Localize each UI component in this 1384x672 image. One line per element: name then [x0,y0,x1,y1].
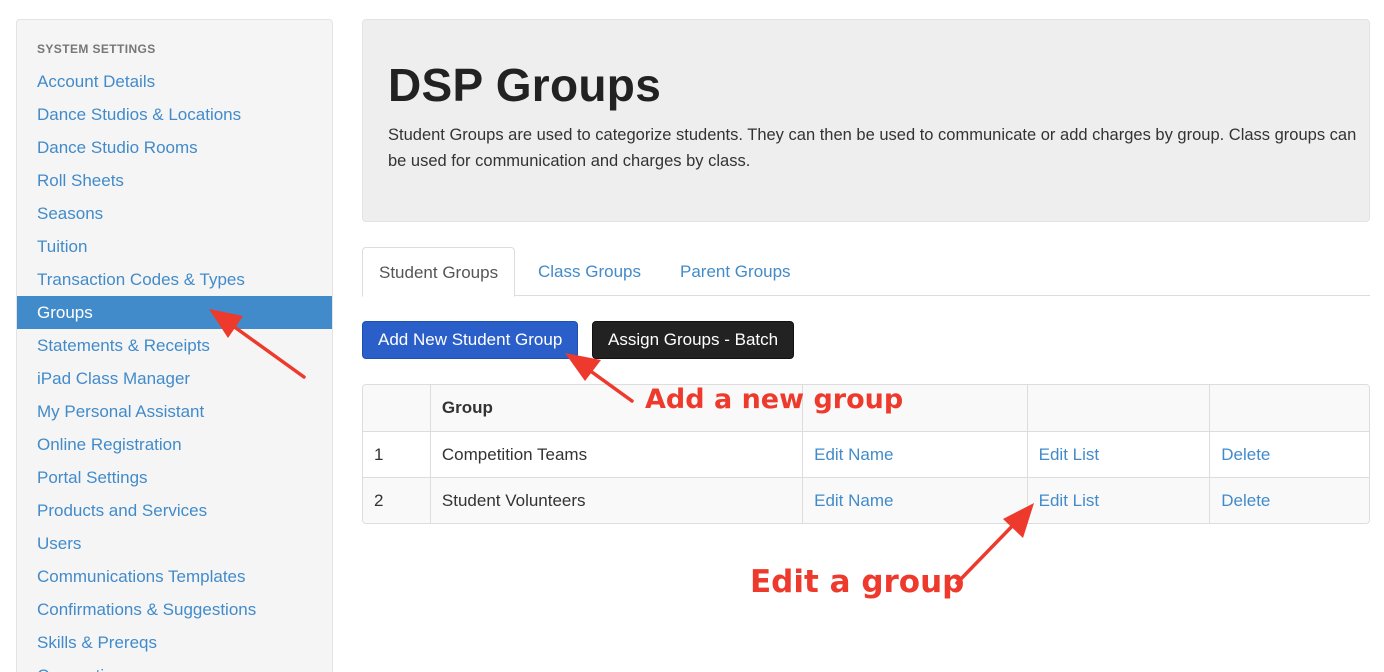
group-tabs: Student Groups Class Groups Parent Group… [362,247,1370,297]
page-title: DSP Groups [388,59,662,111]
page-description: Student Groups are used to categorize st… [388,126,1357,170]
edit-list-link[interactable]: Edit List [1027,477,1211,523]
tab-parent-groups[interactable]: Parent Groups [680,247,791,296]
sidebar-header: SYSTEM SETTINGS [37,42,156,56]
edit-list-link[interactable]: Edit List [1027,431,1211,477]
row-number: 2 [363,477,431,523]
add-new-student-group-button[interactable]: Add New Student Group [362,321,579,359]
edit-group-annotation: Edit a group [750,564,965,600]
delete-link[interactable]: Delete [1210,477,1369,523]
table-row: 1 Competition Teams Edit Name Edit List … [363,431,1369,477]
sidebar-item-ipad-class-manager[interactable]: iPad Class Manager [17,362,332,395]
sidebar-item-dance-studios-locations[interactable]: Dance Studios & Locations [17,98,332,131]
column-header-edit-list [1028,385,1211,431]
sidebar-item-groups[interactable]: Groups [17,296,332,329]
sidebar-item-online-registration[interactable]: Online Registration [17,428,332,461]
sidebar-item-portal-settings[interactable]: Portal Settings [17,461,332,494]
sidebar-item-confirmations-suggestions[interactable]: Confirmations & Suggestions [17,593,332,626]
tab-student-groups[interactable]: Student Groups [362,247,516,297]
sidebar-item-seasons[interactable]: Seasons [17,197,332,230]
group-name: Student Volunteers [430,477,804,523]
sidebar-item-dance-studio-rooms[interactable]: Dance Studio Rooms [17,131,332,164]
delete-link[interactable]: Delete [1210,431,1369,477]
sidebar-item-users[interactable]: Users [17,527,332,560]
sidebar-item-roll-sheets[interactable]: Roll Sheets [17,164,332,197]
edit-name-link[interactable]: Edit Name [803,431,1028,477]
table-row: 2 Student Volunteers Edit Name Edit List… [363,477,1369,523]
group-name: Competition Teams [430,431,804,477]
assign-groups-batch-button[interactable]: Assign Groups - Batch [592,321,795,359]
sidebar-item-products-services[interactable]: Products and Services [17,494,332,527]
sidebar-item-tuition[interactable]: Tuition [17,230,332,263]
sidebar-item-transaction-codes[interactable]: Transaction Codes & Types [17,263,332,296]
sidebar-item-personal-assistant[interactable]: My Personal Assistant [17,395,332,428]
sidebar-item-communications-templates[interactable]: Communications Templates [17,560,332,593]
sidebar-item-statements-receipts[interactable]: Statements & Receipts [17,329,332,362]
edit-name-link[interactable]: Edit Name [803,477,1028,523]
sidebar-list: Account Details Dance Studios & Location… [17,65,332,672]
add-group-annotation: Add a new group [645,384,904,415]
page-header: DSP Groups Student Groups are used to ca… [362,19,1370,222]
sidebar-item-connections[interactable]: Connections [17,659,332,672]
row-number: 1 [363,431,431,477]
sidebar: SYSTEM SETTINGS Account Details Dance St… [16,19,333,672]
tab-class-groups[interactable]: Class Groups [538,247,641,296]
sidebar-item-account-details[interactable]: Account Details [17,65,332,98]
column-header-delete [1210,385,1369,431]
sidebar-item-skills-prereqs[interactable]: Skills & Prereqs [17,626,332,659]
column-header-number [363,385,431,431]
